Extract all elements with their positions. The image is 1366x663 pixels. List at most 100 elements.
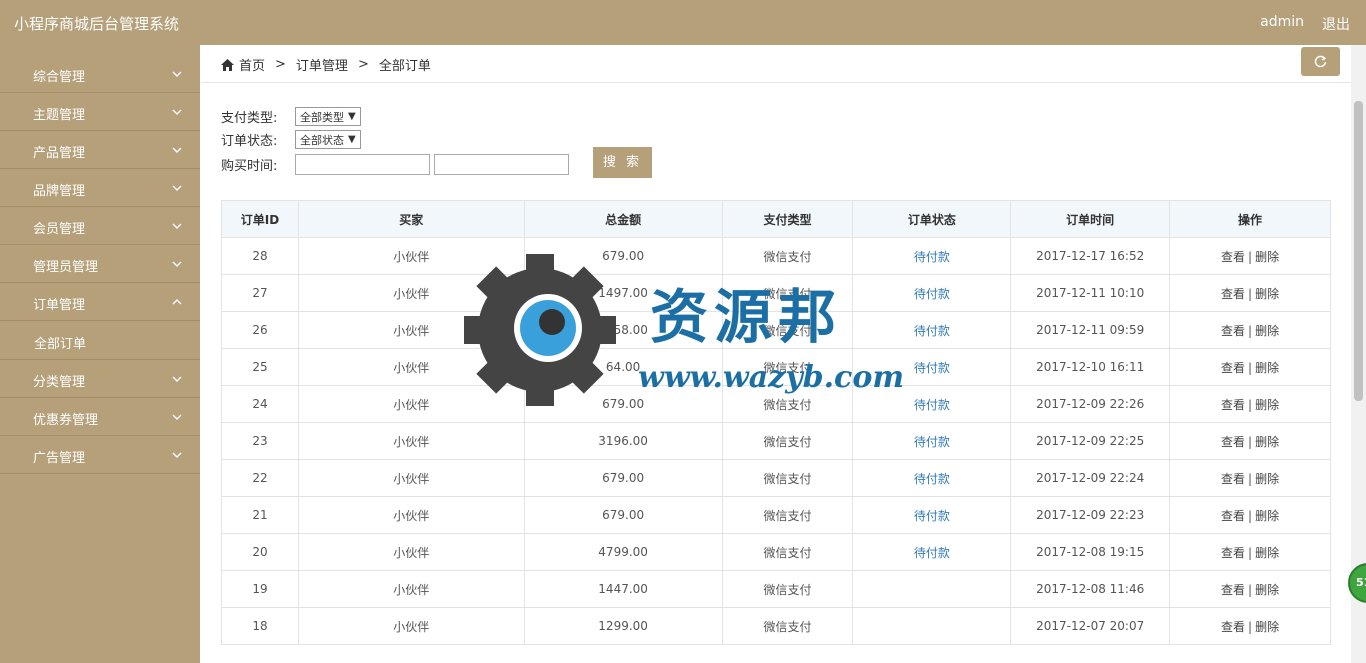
status-cell[interactable]: 待付款 bbox=[852, 274, 1012, 312]
sidebar-item[interactable]: 会员管理 bbox=[0, 207, 200, 245]
action-separator: | bbox=[1248, 286, 1253, 301]
table-row: 26 小伙伴 1358.00 微信支付 待付款 2017-12-11 09:59 查看 | 删除 bbox=[221, 311, 1331, 349]
action-separator: | bbox=[1248, 471, 1253, 486]
search-button[interactable]: 搜 索 bbox=[593, 147, 652, 178]
sidebar-item[interactable]: 订单管理 bbox=[0, 283, 200, 321]
delete-link[interactable]: 删除 bbox=[1255, 472, 1279, 486]
buyer-cell: 小伙伴 bbox=[297, 533, 525, 571]
delete-link[interactable]: 删除 bbox=[1255, 398, 1279, 412]
dropdown-arrow-icon: ▼ bbox=[348, 134, 356, 145]
scrollbar-thumb[interactable] bbox=[1354, 101, 1363, 401]
sidebar-item-label: 主题管理 bbox=[33, 108, 86, 123]
delete-link[interactable]: 删除 bbox=[1255, 583, 1279, 597]
status-cell[interactable]: 待付款 bbox=[852, 422, 1012, 460]
action-separator: | bbox=[1248, 619, 1253, 634]
delete-link[interactable]: 删除 bbox=[1255, 546, 1279, 560]
chevron-down-icon bbox=[172, 414, 182, 420]
refresh-icon bbox=[1314, 55, 1327, 68]
view-link[interactable]: 查看 bbox=[1221, 398, 1245, 412]
orders-table-wrapper: 订单ID 买家 总金额 支付类型 订单状态 订单时间 操作 28 小伙伴 679.00 微信支付待… bbox=[221, 200, 1331, 645]
status-cell[interactable]: 待付款 bbox=[852, 533, 1012, 571]
delete-link[interactable]: 删除 bbox=[1255, 361, 1279, 375]
view-link[interactable]: 查看 bbox=[1221, 250, 1245, 264]
view-link[interactable]: 查看 bbox=[1221, 620, 1245, 634]
status-cell[interactable]: 待付款 bbox=[852, 311, 1012, 349]
action-separator: | bbox=[1248, 249, 1253, 264]
status-select[interactable]: 全部状态 ▼ bbox=[295, 130, 361, 149]
time-label: 购买时间: bbox=[221, 159, 278, 174]
delete-link[interactable]: 删除 bbox=[1255, 435, 1279, 449]
dropdown-arrow-icon: ▼ bbox=[348, 111, 356, 122]
view-link[interactable]: 查看 bbox=[1221, 472, 1245, 486]
delete-link[interactable]: 删除 bbox=[1255, 250, 1279, 264]
chevron-down-icon bbox=[172, 185, 182, 191]
view-link[interactable]: 查看 bbox=[1221, 324, 1245, 338]
amount-cell: 1358.00 bbox=[523, 311, 723, 349]
time-cell: 2017-12-11 10:10 bbox=[1010, 274, 1171, 312]
delete-link[interactable]: 删除 bbox=[1255, 509, 1279, 523]
start-time-input[interactable] bbox=[295, 154, 430, 175]
main-content: 首页 > 订单管理 > 全部订单 支付类型: 全部类型 ▼ 订单状态: 全部状态… bbox=[201, 45, 1351, 663]
actions-cell: 查看 | 删除 bbox=[1169, 348, 1331, 386]
pay-type-cell: 微信支付 bbox=[721, 385, 854, 423]
sidebar-item[interactable]: 品牌管理 bbox=[0, 169, 200, 207]
time-cell: 2017-12-11 09:59 bbox=[1010, 311, 1171, 349]
action-separator: | bbox=[1248, 360, 1253, 375]
sidebar-item[interactable]: 主题管理 bbox=[0, 93, 200, 131]
refresh-button[interactable] bbox=[1301, 47, 1340, 76]
sidebar-item[interactable]: 产品管理 bbox=[0, 131, 200, 169]
status-cell[interactable]: 待付款 bbox=[852, 496, 1012, 534]
sidebar-item[interactable]: 分类管理 bbox=[0, 360, 200, 398]
status-cell[interactable]: 待付款 bbox=[852, 348, 1012, 386]
breadcrumb-separator: > bbox=[275, 57, 286, 72]
delete-link[interactable]: 删除 bbox=[1255, 324, 1279, 338]
column-header: 操作 bbox=[1169, 200, 1331, 238]
table-row: 22 小伙伴 679.00 微信支付 待付款 2017-12-09 22:24 查看 | 删除 bbox=[221, 459, 1331, 497]
sidebar-item-label: 产品管理 bbox=[33, 146, 86, 161]
sidebar-item[interactable]: 综合管理 bbox=[0, 55, 200, 93]
sidebar-subitem[interactable]: 全部订单 bbox=[0, 321, 200, 360]
view-link[interactable]: 查看 bbox=[1221, 546, 1245, 560]
sidebar-subitem-label: 全部订单 bbox=[34, 337, 87, 352]
status-cell[interactable] bbox=[852, 607, 1012, 645]
sidebar-item-label: 广告管理 bbox=[33, 451, 86, 466]
status-cell[interactable]: 待付款 bbox=[852, 237, 1012, 275]
username[interactable]: admin bbox=[1260, 14, 1304, 30]
filter-form: 支付类型: 全部类型 ▼ 订单状态: 全部状态 ▼ 购买时间: bbox=[221, 105, 569, 176]
order-id-cell: 26 bbox=[221, 311, 299, 349]
sidebar-item-label: 分类管理 bbox=[33, 375, 86, 390]
table-row: 20 小伙伴 4799.00 微信支付 待付款 2017-12-08 19:15 查看 | 删除 bbox=[221, 533, 1331, 571]
action-separator: | bbox=[1248, 434, 1253, 449]
amount-cell: 64.00 bbox=[523, 348, 723, 386]
sidebar-item-label: 会员管理 bbox=[33, 222, 86, 237]
sidebar-item[interactable]: 广告管理 bbox=[0, 436, 200, 474]
end-time-input[interactable] bbox=[434, 154, 569, 175]
delete-link[interactable]: 删除 bbox=[1255, 620, 1279, 634]
actions-cell: 查看 | 删除 bbox=[1169, 607, 1331, 645]
view-link[interactable]: 查看 bbox=[1221, 361, 1245, 375]
pay-type-label: 支付类型: bbox=[221, 111, 278, 126]
sidebar-item[interactable]: 管理员管理 bbox=[0, 245, 200, 283]
status-cell[interactable] bbox=[852, 570, 1012, 608]
breadcrumb-orders[interactable]: 订单管理 bbox=[296, 55, 348, 74]
breadcrumb-all-orders: 全部订单 bbox=[378, 59, 431, 74]
chevron-down-icon bbox=[172, 376, 182, 382]
buyer-cell: 小伙伴 bbox=[297, 496, 525, 534]
view-link[interactable]: 查看 bbox=[1221, 583, 1245, 597]
sidebar-item-label: 品牌管理 bbox=[33, 184, 86, 199]
amount-cell: 1447.00 bbox=[523, 570, 723, 608]
status-cell[interactable]: 待付款 bbox=[852, 459, 1012, 497]
logout-link[interactable]: 退出 bbox=[1322, 14, 1350, 34]
sidebar-item[interactable]: 优惠券管理 bbox=[0, 398, 200, 436]
delete-link[interactable]: 删除 bbox=[1255, 287, 1279, 301]
breadcrumb-home[interactable]: 首页 bbox=[239, 55, 265, 74]
view-link[interactable]: 查看 bbox=[1221, 287, 1245, 301]
buyer-cell: 小伙伴 bbox=[297, 385, 525, 423]
status-cell[interactable]: 待付款 bbox=[852, 385, 1012, 423]
view-link[interactable]: 查看 bbox=[1221, 435, 1245, 449]
amount-cell: 679.00 bbox=[523, 237, 723, 275]
view-link[interactable]: 查看 bbox=[1221, 509, 1245, 523]
pay-type-select[interactable]: 全部类型 ▼ bbox=[295, 107, 361, 126]
breadcrumb-separator: > bbox=[357, 57, 369, 72]
breadcrumb: 首页 > 订单管理 > 全部订单 bbox=[221, 55, 431, 74]
